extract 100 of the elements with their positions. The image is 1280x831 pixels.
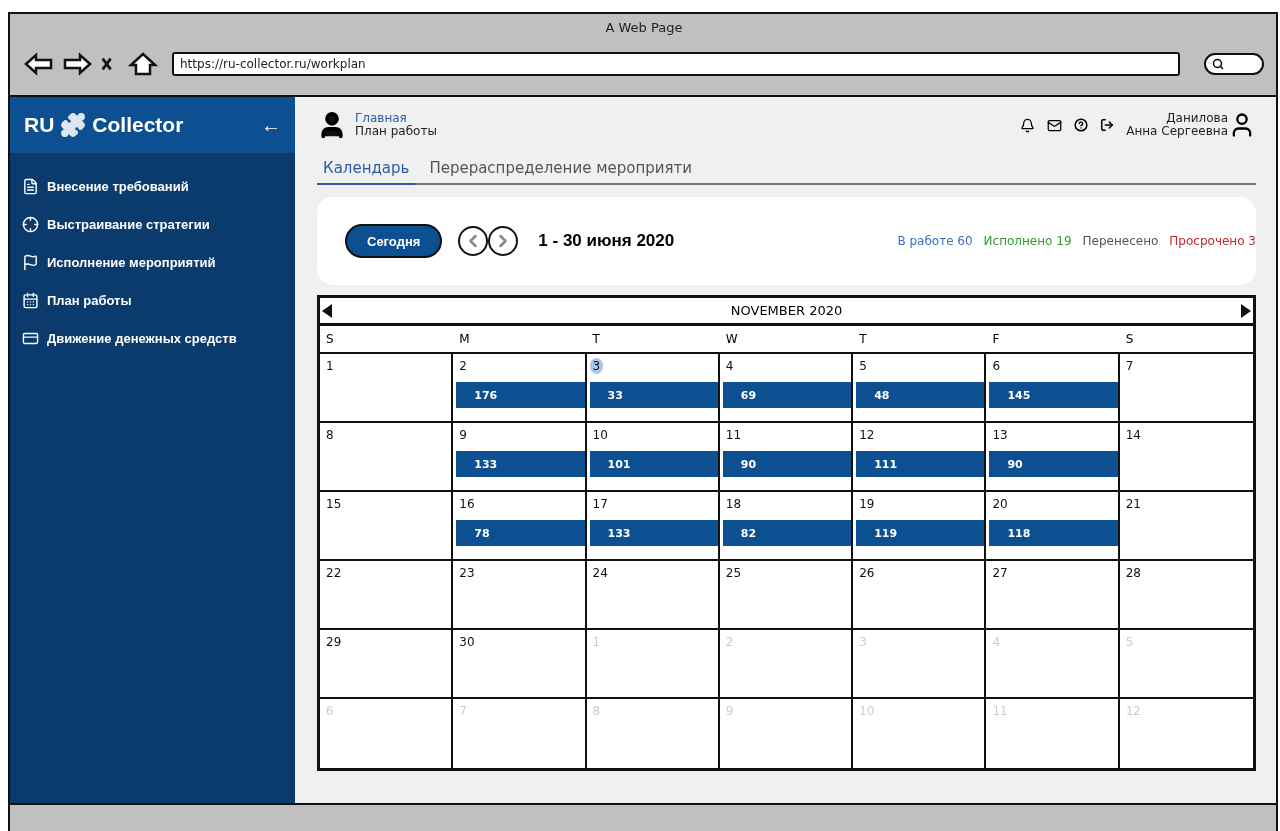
day-cell[interactable]: 29 — [320, 630, 454, 699]
day-cell[interactable]: 7 — [1119, 354, 1253, 423]
day-number: 1 — [325, 358, 335, 374]
day-number: 14 — [1124, 427, 1142, 443]
flag-icon — [22, 253, 39, 271]
previous-month-button[interactable] — [320, 303, 334, 318]
crosshair-icon — [22, 215, 39, 233]
bell-icon[interactable] — [1020, 117, 1036, 133]
day-cell[interactable]: 30 — [453, 630, 587, 699]
day-cell[interactable]: 19 119 — [853, 492, 987, 561]
weekday-label: S — [325, 332, 335, 346]
weekday-label: F — [991, 332, 1001, 346]
day-cell[interactable]: 10 101 — [586, 423, 720, 492]
month-title: NOVEMBER 2020 — [729, 303, 844, 318]
event-count-bar[interactable]: 119 — [856, 520, 985, 546]
day-cell[interactable]: 9 133 — [453, 423, 587, 492]
sidebar-item[interactable]: Движение денежных средств — [22, 319, 283, 357]
forward-icon[interactable] — [62, 52, 92, 76]
sidebar-item[interactable]: Исполнение мероприятий — [22, 243, 283, 281]
day-cell[interactable]: 18 82 — [719, 492, 854, 561]
breadcrumb-link[interactable]: Главная — [355, 112, 437, 125]
day-cell[interactable]: 23 — [453, 561, 587, 630]
day-cell[interactable]: 5 48 — [853, 354, 987, 423]
event-count-bar[interactable]: 90 — [722, 451, 852, 477]
day-cell[interactable]: 20 118 — [986, 492, 1120, 561]
mail-icon[interactable] — [1047, 117, 1063, 133]
next-button[interactable] — [488, 226, 519, 256]
day-number: 28 — [1124, 565, 1142, 581]
day-number: 29 — [325, 634, 343, 650]
sidebar-item[interactable]: Внесение требований — [22, 167, 283, 205]
day-cell[interactable]: 12 111 — [853, 423, 987, 492]
day-number: 8 — [325, 427, 335, 443]
day-number: 24 — [591, 565, 609, 581]
day-cell[interactable]: 6 145 — [986, 354, 1120, 423]
day-cell[interactable]: 4 69 — [719, 354, 854, 423]
event-count-bar[interactable]: 82 — [722, 520, 852, 546]
day-number: 11 — [724, 427, 743, 443]
day-number: 19 — [858, 496, 876, 512]
back-icon[interactable] — [24, 52, 54, 76]
logo-text: RU — [24, 113, 55, 137]
day-number: 25 — [724, 565, 743, 581]
day-number: 9 — [458, 427, 468, 443]
day-cell[interactable]: 17 133 — [586, 492, 720, 561]
day-cell[interactable]: 11 90 — [719, 423, 854, 492]
day-cell[interactable]: 27 — [986, 561, 1120, 630]
event-count-bar[interactable]: 133 — [456, 451, 585, 477]
day-cell[interactable]: 1 — [320, 354, 454, 423]
event-count-bar[interactable]: 176 — [456, 382, 585, 408]
status-count: Исполнено 19 — [983, 234, 1072, 248]
day-cell[interactable]: 25 — [719, 561, 854, 630]
day-number: 5 — [858, 358, 868, 374]
weekday-label: T — [591, 332, 601, 346]
search-field[interactable] — [1204, 53, 1264, 75]
status-count: Перенесено — [1082, 234, 1159, 248]
home-icon[interactable] — [128, 52, 158, 76]
day-number: 2 — [458, 358, 468, 374]
day-cell[interactable]: 13 90 — [986, 423, 1120, 492]
day-cell[interactable]: 8 — [320, 423, 454, 492]
day-cell[interactable]: 15 — [320, 492, 454, 561]
sidebar-item[interactable]: План работы — [22, 281, 283, 319]
day-number: 16 — [458, 496, 476, 512]
day-cell[interactable]: 14 — [1119, 423, 1253, 492]
day-number: 26 — [858, 565, 876, 581]
sidebar-item[interactable]: Выстраивание стратегии — [22, 205, 283, 243]
previous-button[interactable] — [458, 226, 489, 256]
next-month-button[interactable] — [1239, 303, 1253, 318]
help-icon[interactable] — [1074, 118, 1089, 132]
day-number: 7 — [1124, 358, 1135, 374]
event-count-bar[interactable]: 78 — [456, 520, 585, 546]
event-count-bar[interactable]: 118 — [989, 520, 1118, 546]
user-name: Анна Сергеевна — [1126, 125, 1228, 138]
period-label: 1 - 30 июня 2020 — [538, 231, 675, 251]
event-count-bar[interactable]: 111 — [856, 451, 985, 477]
day-cell[interactable]: 26 — [853, 561, 987, 630]
puzzle-icon — [60, 112, 87, 138]
event-count-bar[interactable]: 101 — [589, 451, 718, 477]
event-count-bar[interactable]: 33 — [589, 382, 718, 408]
event-count-bar[interactable]: 133 — [589, 520, 718, 546]
event-count-bar[interactable]: 48 — [856, 382, 985, 408]
day-number: 30 — [458, 634, 476, 650]
logout-icon[interactable] — [1100, 118, 1115, 132]
today-button[interactable]: Сегодня — [345, 224, 443, 258]
event-count-bar[interactable]: 69 — [722, 382, 852, 408]
day-cell[interactable]: 2 176 — [453, 354, 587, 423]
day-number: 13 — [991, 427, 1009, 443]
day-number: 15 — [325, 496, 343, 512]
tab[interactable]: Календарь — [317, 155, 416, 185]
day-cell[interactable]: 28 — [1119, 561, 1253, 630]
day-number: 23 — [458, 565, 476, 581]
logo-text: Collector — [92, 113, 184, 137]
event-count-bar[interactable]: 90 — [989, 451, 1118, 477]
day-cell[interactable]: 24 — [586, 561, 720, 630]
day-cell[interactable]: 21 — [1119, 492, 1253, 561]
collapse-button[interactable]: ← — [261, 113, 281, 137]
event-count-bar[interactable]: 145 — [989, 382, 1118, 408]
tab[interactable]: Перераспределение мероприяти — [423, 155, 698, 185]
url-field[interactable]: https://ru-collector.ru/workplan — [172, 52, 1180, 76]
day-cell[interactable]: 16 78 — [453, 492, 587, 561]
day-cell[interactable]: 3 33 — [586, 354, 720, 423]
day-cell[interactable]: 22 — [320, 561, 454, 630]
